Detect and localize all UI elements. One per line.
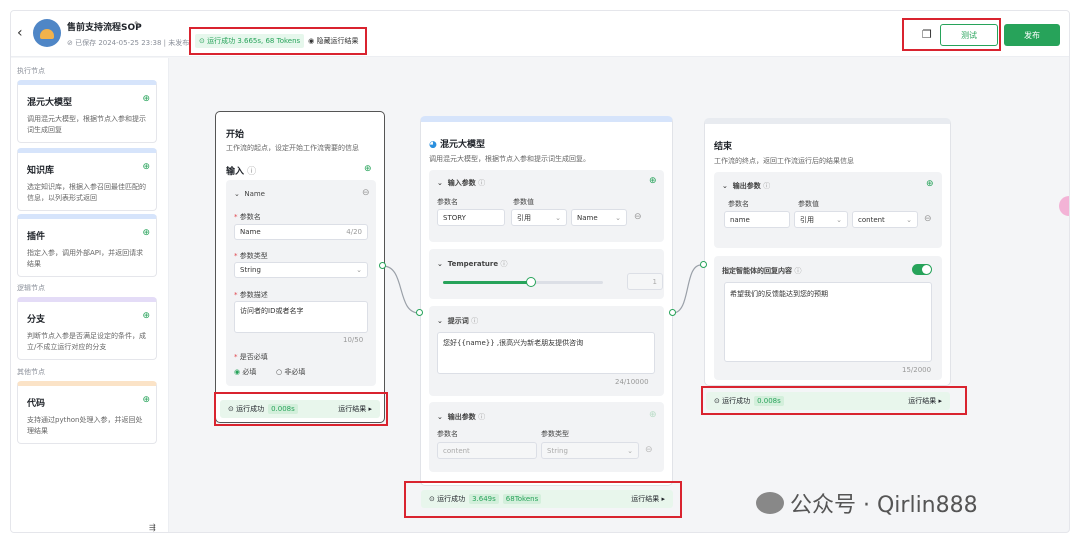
reply-textarea[interactable]: 希望我们的反馈能达到您的预期 <box>724 282 932 362</box>
output-params-card: ⌄ 输出参数 ⓘ ⊕ 参数名 参数类型 content String ⌄ ⊖ <box>429 402 664 472</box>
ref-select[interactable]: 引用 ⌄ <box>511 209 567 226</box>
add-icon[interactable]: ⊕ <box>926 179 934 189</box>
optional-radio[interactable]: ○ 非必填 <box>276 367 305 377</box>
wechat-icon <box>756 492 784 514</box>
ref-value-select[interactable]: Name ⌄ <box>571 209 627 226</box>
temperature-input[interactable]: 1 <box>627 273 663 290</box>
field-label: * 是否必填 <box>234 353 268 361</box>
param-type-select[interactable]: String ⌄ <box>234 262 368 278</box>
output-port[interactable] <box>379 262 386 269</box>
input-port[interactable] <box>700 261 707 268</box>
param-name-input[interactable]: name <box>724 211 790 228</box>
param-name-input[interactable]: STORY <box>437 209 505 226</box>
field-label: * 参数类型 <box>234 252 268 260</box>
field-label: * 参数描述 <box>234 291 268 299</box>
char-count: 10/50 <box>343 336 364 344</box>
reply-card: 指定智能体的回复内容 ⓘ 希望我们的反馈能达到您的预期 15/2000 <box>714 256 942 380</box>
field-label: * 参数名 <box>234 213 261 221</box>
prompt-textarea[interactable]: 您好{{name}} ,很高兴为新老朋友提供咨询 <box>437 332 655 374</box>
add-icon[interactable]: ⊕ <box>364 164 372 174</box>
output-type-select: String ⌄ <box>541 442 639 459</box>
section-title[interactable]: ⌄ Temperature ⓘ <box>437 259 508 269</box>
col-label: 参数值 <box>798 200 819 208</box>
temperature-slider[interactable] <box>443 277 603 287</box>
param-card: ⌄ Name ⊖ * 参数名 Name 4/20 * 参数类型 String ⌄ *… <box>226 180 376 386</box>
watermark: 公众号 · Qirlin888 <box>756 487 978 519</box>
llm-node[interactable]: ◕ 混元大模型 调用混元大模型，根据节点入参和提示词生成回复。 ⌄ 输入参数 ⓘ… <box>420 116 673 486</box>
temperature-card: ⌄ Temperature ⓘ 1 <box>429 249 664 299</box>
remove-icon: ⊖ <box>645 445 653 455</box>
remove-icon[interactable]: ⊖ <box>362 188 370 198</box>
col-label: 参数名 <box>728 200 749 208</box>
node-desc: 工作流的起点，设定开始工作流需要的信息 <box>226 144 359 152</box>
highlight-box <box>214 392 388 426</box>
output-port[interactable] <box>669 309 676 316</box>
slider-knob[interactable] <box>526 277 536 287</box>
node-desc: 工作流的终点，返回工作流运行后的结果信息 <box>714 157 854 165</box>
workflow-editor: ‹ 售前支持流程SOP ✎ ⊘ 已保存 2024-05-25 23:38 | 未… <box>10 10 1070 533</box>
highlight-box <box>404 481 682 518</box>
reply-toggle[interactable] <box>912 264 932 275</box>
toggle-knob <box>922 265 931 274</box>
col-label: 参数名 <box>437 430 458 438</box>
char-count: 24/10000 <box>615 378 649 386</box>
node-title: ◕ 混元大模型 <box>429 140 486 150</box>
required-radio[interactable]: ◉ 必填 <box>234 367 256 377</box>
input-label: 输入 ⓘ <box>226 167 257 177</box>
param-header[interactable]: ⌄ Name <box>234 190 265 198</box>
input-port[interactable] <box>416 309 423 316</box>
highlight-box <box>701 386 967 415</box>
remove-icon[interactable]: ⊖ <box>924 214 932 224</box>
node-desc: 调用混元大模型，根据节点入参和提示词生成回复。 <box>429 155 590 163</box>
slider-fill <box>443 281 531 284</box>
add-icon: ⊕ <box>649 410 657 420</box>
node-title: 结束 <box>714 142 733 152</box>
char-count: 15/2000 <box>902 366 932 374</box>
prompt-card: ⌄ 提示词 ⓘ 您好{{name}} ,很高兴为新老朋友提供咨询 24/1000… <box>429 306 664 396</box>
col-label: 参数类型 <box>541 430 569 438</box>
section-title[interactable]: ⌄ 输入参数 ⓘ <box>437 178 485 188</box>
node-title: 开始 <box>226 130 245 140</box>
input-params-card: ⌄ 输入参数 ⓘ ⊕ 参数名 参数值 STORY 引用 ⌄ Name ⌄ ⊖ <box>429 170 664 242</box>
col-label: 参数名 <box>437 198 458 206</box>
start-node[interactable]: 开始 工作流的起点，设定开始工作流需要的信息 输入 ⓘ ⊕ ⌄ Name ⊖ *… <box>215 111 385 423</box>
section-title: 指定智能体的回复内容 ⓘ <box>722 267 802 275</box>
add-icon[interactable]: ⊕ <box>649 176 657 186</box>
section-title[interactable]: ⌄ 提示词 ⓘ <box>437 316 478 326</box>
param-desc-input[interactable]: 访问者的ID或者名字 <box>234 301 368 333</box>
output-name-input: content <box>437 442 537 459</box>
ref-value-select[interactable]: content ⌄ <box>852 211 918 228</box>
section-title[interactable]: ⌄ 输出参数 ⓘ <box>722 181 770 191</box>
end-node[interactable]: 结束 工作流的终点，返回工作流运行后的结果信息 ⌄ 输出参数 ⓘ ⊕ 参数名 参… <box>704 118 951 386</box>
col-label: 参数值 <box>513 198 534 206</box>
section-title[interactable]: ⌄ 输出参数 ⓘ <box>437 412 485 422</box>
remove-icon[interactable]: ⊖ <box>634 212 642 222</box>
ref-select[interactable]: 引用 ⌄ <box>794 211 848 228</box>
output-params-card: ⌄ 输出参数 ⓘ ⊕ 参数名 参数值 name 引用 ⌄ content ⌄ ⊖ <box>714 172 942 248</box>
param-name-input[interactable]: Name 4/20 <box>234 224 368 240</box>
